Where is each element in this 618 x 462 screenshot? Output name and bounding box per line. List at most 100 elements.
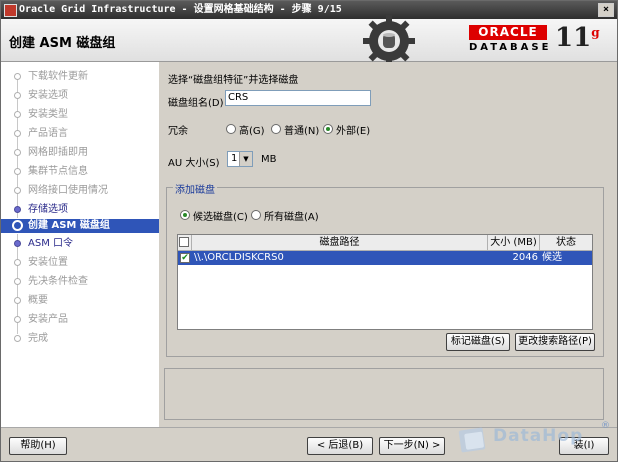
instruction-text: 选择“磁盘组特征”并选择磁盘: [168, 75, 299, 86]
main-panel: 选择“磁盘组特征”并选择磁盘 磁盘组名(D) CRS 冗余 高(G) 普通(N)…: [159, 62, 617, 362]
sidebar-step-label: 先决条件检查: [28, 276, 88, 287]
sidebar-step-label: 下载软件更新: [28, 71, 88, 82]
next-button[interactable]: 下一步(N) >: [379, 437, 445, 455]
watermark: DataHop ®: [453, 421, 617, 461]
sidebar-step-label: 网格即插即用: [28, 147, 88, 158]
au-size-value: 1: [231, 153, 238, 164]
mark-disk-button[interactable]: 标记磁盘(S): [446, 333, 510, 351]
table-header-path: 磁盘路径: [192, 235, 488, 251]
sidebar-step-label: ASM 口令: [28, 238, 73, 249]
au-size-label: AU 大小(S): [168, 158, 220, 169]
sidebar-step-label: 创建 ASM 磁盘组: [28, 220, 110, 231]
radio-all-disks[interactable]: [251, 210, 261, 220]
sidebar-step[interactable]: 创建 ASM 磁盘组: [1, 219, 159, 233]
disk-table: 磁盘路径 大小 (MB) 状态 ✔ \\.\ORCLDISKCRS0 2046 …: [177, 234, 593, 330]
disk-size-cell: 2046: [512, 252, 538, 263]
step-node-icon: [14, 240, 21, 247]
change-search-path-button[interactable]: 更改搜索路径(P): [515, 333, 595, 351]
watermark-text: DataHop: [493, 426, 584, 446]
step-node-icon: [14, 316, 21, 323]
sidebar-step: 安装类型: [1, 108, 159, 122]
sidebar-step: 先决条件检查: [1, 275, 159, 289]
radio-external-label: 外部(E): [336, 126, 371, 137]
step-node-icon: [14, 149, 21, 156]
table-header-check: [178, 235, 192, 251]
sidebar-step: 安装位置: [1, 256, 159, 270]
sidebar-step-label: 概要: [28, 295, 48, 306]
logo-version: 11g: [555, 23, 600, 53]
radio-normal[interactable]: [271, 124, 281, 134]
sidebar-step: 下载软件更新: [1, 70, 159, 84]
step-node-icon: [14, 73, 21, 80]
sidebar-step-label: 产品语言: [28, 128, 68, 139]
sidebar-step[interactable]: 存储选项: [1, 203, 159, 217]
step-node-icon: [14, 335, 21, 342]
step-node-icon: [14, 130, 21, 137]
step-node-icon: [14, 259, 21, 266]
back-button[interactable]: < 后退(B): [307, 437, 373, 455]
sidebar-step: 网络接口使用情况: [1, 184, 159, 198]
step-node-icon: [14, 278, 21, 285]
step-node-icon: [14, 111, 21, 118]
sidebar-step-label: 存储选项: [28, 204, 68, 215]
window-title: Oracle Grid Infrastructure - 设置网格基础结构 - …: [19, 4, 342, 15]
step-node-icon: [14, 206, 21, 213]
select-all-checkbox[interactable]: [179, 237, 189, 247]
help-button[interactable]: 帮助(H): [9, 437, 67, 455]
header-banner: 创建 ASM 磁盘组 ORACLE DATABASE 11g: [1, 15, 617, 67]
sidebar-step-label: 安装位置: [28, 257, 68, 268]
app-icon: [4, 4, 17, 17]
page-title: 创建 ASM 磁盘组: [9, 36, 116, 51]
sidebar-step[interactable]: ASM 口令: [1, 237, 159, 251]
disk-status-cell: 候选: [542, 252, 562, 263]
radio-candidate-label: 候选磁盘(C): [193, 212, 248, 223]
sidebar-step: 产品语言: [1, 127, 159, 141]
sidebar-step: 完成: [1, 332, 159, 346]
sidebar-step-label: 网络接口使用情况: [28, 185, 108, 196]
sidebar-step: 集群节点信息: [1, 165, 159, 179]
au-size-select[interactable]: 1 ▼: [227, 151, 253, 167]
diskgroup-label: 磁盘组名(D): [168, 98, 224, 109]
steps-sidebar: 下载软件更新 安装选项安装类型产品语言网格即插即用 集群节点信息网络接口使用情况 存储…: [1, 62, 159, 427]
radio-candidate-disks[interactable]: [180, 210, 190, 220]
sidebar-step-label: 安装类型: [28, 109, 68, 120]
sidebar-step: 概要: [1, 294, 159, 308]
sidebar-step-label: 完成: [28, 333, 48, 344]
step-node-icon: [14, 297, 21, 304]
radio-high-label: 高(G): [239, 126, 265, 137]
sidebar-step-label: 安装产品: [28, 314, 68, 325]
step-node-icon: [14, 168, 21, 175]
table-header-size: 大小 (MB): [488, 235, 540, 251]
oracle-logo: ORACLE DATABASE 11g: [451, 23, 611, 59]
step-node-icon: [14, 92, 21, 99]
installer-window: Oracle Grid Infrastructure - 设置网格基础结构 - …: [0, 0, 618, 462]
message-panel: [164, 368, 604, 420]
title-bar: Oracle Grid Infrastructure - 设置网格基础结构 - …: [1, 1, 617, 19]
table-row[interactable]: ✔ \\.\ORCLDISKCRS0 2046 候选: [178, 251, 592, 265]
radio-all-label: 所有磁盘(A): [264, 212, 319, 223]
step-node-icon: [12, 220, 23, 231]
add-disks-title: 添加磁盘: [173, 181, 217, 196]
au-size-unit: MB: [261, 154, 277, 165]
sidebar-step: 安装产品: [1, 313, 159, 327]
table-header-status: 状态: [540, 235, 592, 251]
disk-path-cell: \\.\ORCLDISKCRS0: [194, 252, 284, 263]
gear-icon: [363, 15, 415, 67]
radio-normal-label: 普通(N): [284, 126, 320, 137]
step-node-icon: [14, 187, 21, 194]
watermark-registered-mark: ®: [601, 421, 610, 431]
logo-oracle: ORACLE: [469, 25, 547, 40]
watermark-logo-icon: [458, 427, 486, 453]
radio-high[interactable]: [226, 124, 236, 134]
sidebar-step: 网格即插即用: [1, 146, 159, 160]
close-button[interactable]: ×: [598, 3, 614, 17]
sidebar-step-label: 集群节点信息: [28, 166, 88, 177]
radio-external[interactable]: [323, 124, 333, 134]
redundancy-label: 冗余: [168, 126, 188, 137]
diskgroup-name-input[interactable]: CRS: [225, 90, 371, 106]
logo-database: DATABASE: [469, 42, 552, 53]
dropdown-arrow-icon: ▼: [239, 152, 252, 166]
disk-row-checkbox[interactable]: ✔: [180, 253, 190, 263]
sidebar-step-label: 安装选项: [28, 90, 68, 101]
sidebar-step: 安装选项: [1, 89, 159, 103]
